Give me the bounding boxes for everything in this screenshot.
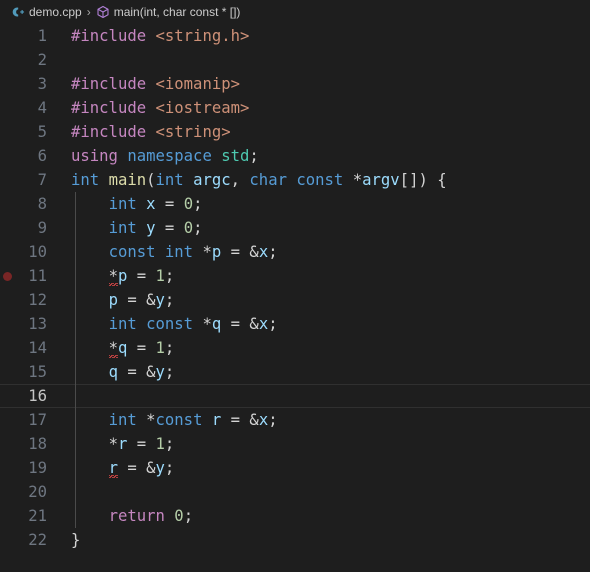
line-number[interactable]: 10 (0, 240, 47, 264)
code-text[interactable]: *p = 1; (71, 264, 174, 288)
error-squiggle: r (108, 456, 119, 480)
line-number[interactable]: 17 (0, 408, 47, 432)
line-number[interactable]: 20 (0, 480, 47, 504)
code-line[interactable]: 21 return 0; (0, 504, 590, 528)
code-editor[interactable]: 1 #include <string.h> 2 3 #include <iomanip>… (0, 24, 590, 572)
error-squiggle: * (108, 264, 119, 288)
code-line[interactable]: 8 int x = 0; (0, 192, 590, 216)
code-line[interactable]: 1 #include <string.h> (0, 24, 590, 48)
indent-guide (75, 384, 76, 408)
code-line[interactable]: 13 int const *q = &x; (0, 312, 590, 336)
line-number[interactable]: 4 (0, 96, 47, 120)
code-line[interactable]: 20 (0, 480, 590, 504)
code-text[interactable]: int x = 0; (71, 192, 203, 216)
code-line[interactable]: 10 const int *p = &x; (0, 240, 590, 264)
line-number[interactable]: 2 (0, 48, 47, 72)
line-number[interactable]: 15 (0, 360, 47, 384)
code-line[interactable]: 22} (0, 528, 590, 552)
code-line[interactable]: 15 q = &y; (0, 360, 590, 384)
code-line[interactable]: 5 #include <string> (0, 120, 590, 144)
code-text[interactable]: int const *q = &x; (71, 312, 278, 336)
code-text[interactable]: #include <iostream> (71, 96, 249, 120)
line-number[interactable]: 22 (0, 528, 47, 552)
code-line[interactable]: 6 using namespace std; (0, 144, 590, 168)
code-text[interactable]: int *const r = &x; (71, 408, 278, 432)
code-text[interactable]: int main(int argc, char const *argv[]) { (71, 168, 447, 192)
code-line[interactable]: 12 p = &y; (0, 288, 590, 312)
code-text[interactable]: #include <string> (71, 120, 231, 144)
code-line[interactable]: 18 *r = 1; (0, 432, 590, 456)
code-line[interactable]: 14 *q = 1; (0, 336, 590, 360)
line-number[interactable]: 3 (0, 72, 47, 96)
code-text[interactable]: using namespace std; (71, 144, 259, 168)
line-number[interactable]: 8 (0, 192, 47, 216)
line-number[interactable]: 7 (0, 168, 47, 192)
line-number[interactable]: 1 (0, 24, 47, 48)
code-line[interactable]: 3 #include <iomanip> (0, 72, 590, 96)
breadcrumb-file-label: demo.cpp (29, 5, 82, 19)
code-text[interactable]: return 0; (71, 504, 194, 528)
code-line[interactable]: 17 int *const r = &x; (0, 408, 590, 432)
line-number[interactable]: 19 (0, 456, 47, 480)
code-text[interactable]: *q = 1; (71, 336, 174, 360)
code-text[interactable]: const int *p = &x; (71, 240, 278, 264)
code-text[interactable]: #include <iomanip> (71, 72, 240, 96)
error-squiggle: * (108, 336, 119, 360)
code-line[interactable]: 2 (0, 48, 590, 72)
line-number[interactable]: 9 (0, 216, 47, 240)
line-number[interactable]: 21 (0, 504, 47, 528)
indent-guide (75, 480, 76, 504)
code-text[interactable]: *r = 1; (71, 432, 175, 456)
line-number[interactable]: 6 (0, 144, 47, 168)
code-line[interactable]: 11 *p = 1; (0, 264, 590, 288)
line-number[interactable]: 13 (0, 312, 47, 336)
code-text[interactable]: #include <string.h> (71, 24, 249, 48)
code-line[interactable]: 16 (0, 384, 590, 408)
line-number[interactable]: 18 (0, 432, 47, 456)
line-number[interactable]: 14 (0, 336, 47, 360)
code-line[interactable]: 19 r = &y; (0, 456, 590, 480)
line-number[interactable]: 5 (0, 120, 47, 144)
code-text[interactable]: int y = 0; (71, 216, 203, 240)
breadcrumb-symbol-label: main(int, char const * []) (113, 5, 241, 19)
code-text[interactable]: q = &y; (71, 360, 175, 384)
breadcrumb-item-file[interactable]: demo.cpp (9, 1, 84, 23)
cpp-file-icon (11, 5, 25, 19)
symbol-namespace-cube-icon (96, 5, 110, 19)
code-line[interactable]: 7 int main(int argc, char const *argv[]) … (0, 168, 590, 192)
breadcrumb-separator: › (86, 5, 91, 19)
code-text[interactable]: } (71, 528, 80, 552)
line-number[interactable]: 16 (0, 384, 47, 408)
line-number[interactable]: 11 (0, 264, 47, 288)
line-number[interactable]: 12 (0, 288, 47, 312)
code-line[interactable]: 9 int y = 0; (0, 216, 590, 240)
code-line[interactable]: 4 #include <iostream> (0, 96, 590, 120)
code-text[interactable]: r = &y; (71, 456, 174, 480)
code-text[interactable]: p = &y; (71, 288, 175, 312)
breadcrumb: demo.cpp › main(int, char const * []) (0, 0, 590, 24)
breadcrumb-item-symbol[interactable]: main(int, char const * []) (94, 1, 243, 23)
